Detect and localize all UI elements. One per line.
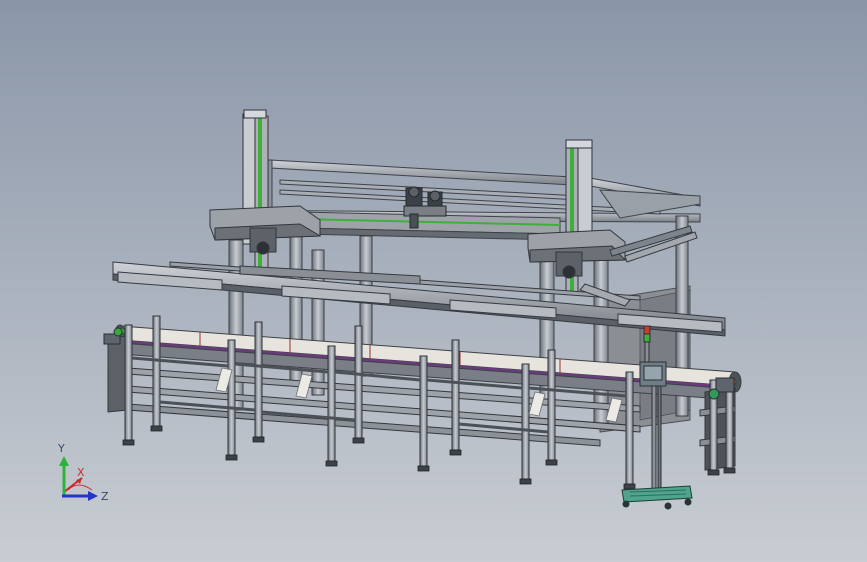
z-axis-arrow: [62, 491, 98, 501]
leveling-feet: [122, 425, 736, 490]
z-axis-label: Z: [101, 490, 109, 503]
left-carriage: [209, 205, 322, 255]
control-stand-base: [621, 485, 693, 510]
cad-viewport[interactable]: Y Z X: [0, 0, 867, 562]
machine-3d-model[interactable]: [0, 0, 867, 562]
x-axis-arrow: [63, 477, 93, 493]
mid-rail-guard: [112, 261, 726, 337]
y-axis-label: Y: [57, 442, 65, 455]
left-drive-motor: [103, 327, 123, 345]
orientation-triad[interactable]: Y Z X: [48, 440, 118, 510]
x-axis-label: X: [77, 466, 85, 479]
